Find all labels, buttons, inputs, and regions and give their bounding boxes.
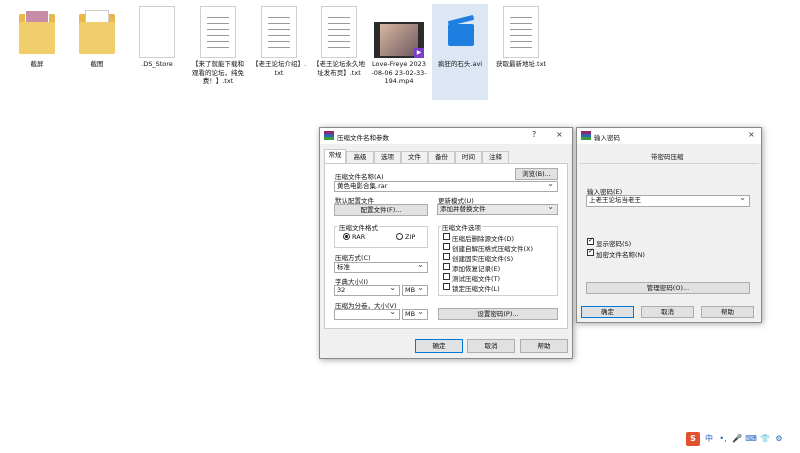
update-mode-select[interactable]: 添加并替换文件 xyxy=(437,204,558,215)
help-button[interactable]: 帮助 xyxy=(520,339,568,353)
tab-time[interactable]: 时间 xyxy=(455,151,482,163)
profile-button[interactable]: 配置文件(F)... xyxy=(334,204,428,216)
recovery-checkbox[interactable] xyxy=(443,263,450,270)
desktop-file-screenshots-folder[interactable]: 截屏 xyxy=(9,4,65,100)
rar-radio[interactable] xyxy=(343,233,350,240)
format-group-label: 压缩文件格式 xyxy=(338,222,379,232)
title-bar: 输入密码 × xyxy=(577,128,761,144)
test-label: 测试压缩文件(T) xyxy=(452,275,501,283)
test-checkbox[interactable] xyxy=(443,273,450,280)
dialog-title: 压缩文件名和参数 xyxy=(337,134,389,142)
split-unit-select[interactable]: MB xyxy=(402,309,428,320)
blank-file-icon xyxy=(139,6,175,58)
punctuation-icon[interactable]: •, xyxy=(717,432,729,446)
desktop-file-mp4[interactable]: ▶ Love-Freye 2023-08-06 23-02-33-194.mp4 xyxy=(371,4,427,100)
winrar-icon xyxy=(324,131,334,141)
file-label: 截屏 xyxy=(30,60,44,68)
clapperboard-icon xyxy=(442,6,478,58)
cancel-button[interactable]: 取消 xyxy=(641,306,694,318)
options-group-label: 压缩文件选项 xyxy=(441,222,482,232)
solid-label: 创建固实压缩文件(S) xyxy=(452,255,514,263)
dialog-title: 输入密码 xyxy=(594,134,620,142)
text-file-icon xyxy=(503,6,539,58)
file-label: 截图 xyxy=(90,60,104,68)
show-password-checkbox[interactable] xyxy=(587,236,594,245)
zip-radio[interactable] xyxy=(396,233,403,240)
archive-name-input[interactable]: 黄色电影合集.rar xyxy=(334,181,558,192)
encrypt-names-label: 加密文件名称(N) xyxy=(596,251,645,259)
separator xyxy=(579,163,759,164)
file-label: 疯狂的石头.avi xyxy=(437,60,483,68)
rar-label: RAR xyxy=(352,233,366,241)
close-button[interactable]: × xyxy=(556,130,563,139)
close-button[interactable]: × xyxy=(748,130,755,139)
settings-icon[interactable]: ⚙ xyxy=(773,432,785,446)
tab-files[interactable]: 文件 xyxy=(401,151,428,163)
dict-size-select[interactable]: 32 xyxy=(334,285,400,296)
tab-options[interactable]: 选项 xyxy=(374,151,401,163)
file-label: 获取最新地址.txt xyxy=(495,60,546,68)
tab-comment[interactable]: 注释 xyxy=(482,151,509,163)
delete-source-label: 压缩后删除源文件(D) xyxy=(452,235,515,243)
tab-backup[interactable]: 备份 xyxy=(428,151,455,163)
folder-icon xyxy=(79,6,115,58)
method-select[interactable]: 标准 xyxy=(334,262,428,273)
desktop-file-avi-selected[interactable]: 疯狂的石头.avi xyxy=(432,4,488,100)
desktop-file-txt-2[interactable]: 【老王论坛介绍】.txt xyxy=(251,4,307,100)
dict-unit-select[interactable]: MB xyxy=(402,285,428,296)
show-password-label: 显示密码(S) xyxy=(596,240,632,248)
method-label: 压缩方式(C) xyxy=(335,254,371,262)
file-label: Love-Freye 2023-08-06 23-02-33-194.mp4 xyxy=(371,60,427,85)
skin-icon[interactable]: 👕 xyxy=(759,432,771,446)
zip-label: ZIP xyxy=(405,233,416,241)
set-password-button[interactable]: 设置密码(P)... xyxy=(438,308,558,320)
folder-icon xyxy=(19,6,55,58)
manage-passwords-button[interactable]: 管理密码(O)... xyxy=(586,282,750,294)
help-button[interactable]: 帮助 xyxy=(701,306,754,318)
split-size-input[interactable] xyxy=(334,309,400,320)
winrar-icon xyxy=(581,131,591,141)
delete-source-checkbox[interactable] xyxy=(443,233,450,240)
desktop-file-txt-1[interactable]: 【来了就能下载和观看的论坛，纯免费！】.txt xyxy=(190,4,246,100)
sfx-label: 创建自解压格式压缩文件(X) xyxy=(452,245,534,253)
tab-advanced[interactable]: 高级 xyxy=(346,151,374,163)
encrypt-names-checkbox[interactable] xyxy=(587,247,594,256)
file-label: 【老王论坛介绍】.txt xyxy=(251,60,307,77)
microphone-icon[interactable]: 🎤 xyxy=(731,432,743,446)
recovery-label: 添加恢复记录(E) xyxy=(452,265,501,273)
desktop-file-screenshot-folder[interactable]: 截图 xyxy=(69,4,125,100)
tab-general[interactable]: 常规 xyxy=(324,149,346,164)
file-label: 【来了就能下载和观看的论坛，纯免费！】.txt xyxy=(192,60,244,85)
archive-name-label: 压缩文件名称(A) xyxy=(335,173,384,181)
help-icon[interactable]: ? xyxy=(532,130,536,139)
file-label: .DS_Store xyxy=(141,60,173,68)
file-label: 【老王论坛永久地址发布页】.txt xyxy=(313,60,365,77)
sogou-ime-logo-icon[interactable]: S xyxy=(686,432,700,446)
text-file-icon xyxy=(321,6,357,58)
ok-button[interactable]: 确定 xyxy=(581,306,634,318)
video-thumbnail-icon: ▶ xyxy=(374,22,424,58)
text-file-icon xyxy=(261,6,297,58)
ok-button[interactable]: 确定 xyxy=(415,339,463,353)
solid-checkbox[interactable] xyxy=(443,253,450,260)
text-file-icon xyxy=(200,6,236,58)
browse-button[interactable]: 浏览(B)... xyxy=(515,168,558,180)
lock-label: 锁定压缩文件(L) xyxy=(452,285,500,293)
cancel-button[interactable]: 取消 xyxy=(467,339,515,353)
desktop-file-txt-4[interactable]: 获取最新地址.txt xyxy=(493,4,549,100)
ime-lang-toggle[interactable]: 中 xyxy=(703,432,715,446)
desktop-file-txt-3[interactable]: 【老王论坛永久地址发布页】.txt xyxy=(311,4,367,100)
keyboard-icon[interactable]: ⌨ xyxy=(745,432,757,446)
password-input[interactable]: 上老王论坛当老王 xyxy=(586,195,750,207)
sfx-checkbox[interactable] xyxy=(443,243,450,250)
password-header: 带密码压缩 xyxy=(651,153,684,161)
title-bar: 压缩文件名和参数 ? × xyxy=(320,128,572,144)
desktop-file-ds-store[interactable]: .DS_Store xyxy=(129,4,185,100)
lock-checkbox[interactable] xyxy=(443,283,450,290)
